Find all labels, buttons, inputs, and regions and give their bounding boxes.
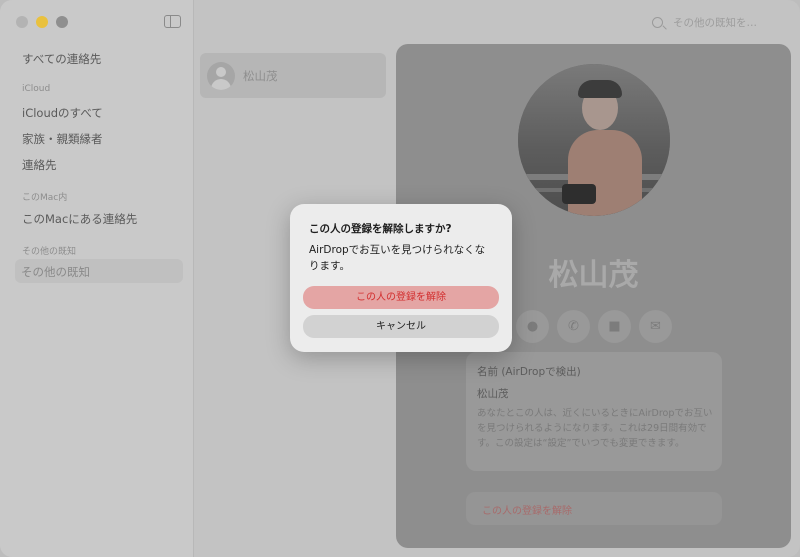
cancel-button[interactable]: キャンセル	[303, 315, 499, 338]
contact-photo	[518, 64, 670, 216]
video-button[interactable]: ■	[598, 310, 631, 343]
avatar	[207, 62, 235, 90]
contacts-window: すべての連絡先 iCloud iCloudのすべて 家族・親類縁者 連絡先 この…	[0, 0, 800, 557]
sidebar: すべての連絡先 iCloud iCloudのすべて 家族・親類縁者 連絡先 この…	[0, 0, 194, 557]
list-item-name: 松山茂	[243, 69, 278, 83]
close-window-button[interactable]	[16, 16, 28, 28]
sidebar-item-mac-contacts[interactable]: このMacにある連絡先	[22, 211, 137, 227]
phone-icon: ✆	[568, 319, 579, 334]
info-card-name: 松山茂	[477, 388, 509, 400]
sidebar-item-other-known[interactable]: その他の既知	[15, 259, 183, 283]
message-button[interactable]: ●	[516, 310, 549, 343]
sidebar-section-mac: このMac内	[22, 193, 68, 203]
sidebar-item-all-contacts[interactable]: すべての連絡先	[22, 51, 101, 67]
sidebar-section-icloud: iCloud	[22, 84, 51, 94]
call-button[interactable]: ✆	[557, 310, 590, 343]
sidebar-section-other: その他の既知	[22, 247, 77, 257]
zoom-window-button[interactable]	[56, 16, 68, 28]
confirm-dialog: この人の登録を解除しますか? AirDropでお互いを見つけられなくなります。 …	[290, 204, 512, 352]
mail-icon: ✉	[650, 319, 661, 334]
sidebar-item-contacts[interactable]: 連絡先	[22, 157, 57, 173]
remove-contact-button[interactable]: この人の登録を解除	[466, 492, 722, 525]
sidebar-item-family[interactable]: 家族・親類縁者	[22, 131, 103, 147]
remove-contact-label: この人の登録を解除	[482, 506, 572, 517]
dialog-title: この人の登録を解除しますか?	[309, 223, 452, 235]
airdrop-info-card: 名前 (AirDropで検出) 松山茂 あなたとこの人は、近くにいるときにAir…	[466, 352, 722, 471]
window-controls	[16, 16, 68, 28]
message-icon: ●	[526, 319, 539, 334]
sidebar-item-icloud-all[interactable]: iCloudのすべて	[22, 105, 103, 121]
sidebar-item-label: その他の既知	[21, 265, 90, 279]
confirm-remove-button[interactable]: この人の登録を解除	[303, 286, 499, 309]
search-icon	[652, 16, 663, 28]
search-field[interactable]: その他の既知を…	[640, 10, 790, 34]
list-item[interactable]: 松山茂	[200, 53, 386, 98]
video-icon: ■	[608, 319, 621, 334]
contact-actions: ● ✆ ■ ✉	[516, 310, 672, 343]
info-card-title: 名前 (AirDropで検出)	[477, 366, 581, 378]
minimize-window-button[interactable]	[36, 16, 48, 28]
info-card-description: あなたとこの人は、近くにいるときにAirDropでお互いを見つけられるようになり…	[477, 408, 713, 449]
sidebar-toggle-icon[interactable]	[164, 15, 181, 28]
search-input[interactable]: その他の既知を…	[673, 15, 757, 30]
dialog-message: AirDropでお互いを見つけられなくなります。	[309, 244, 486, 272]
mail-button[interactable]: ✉	[639, 310, 672, 343]
